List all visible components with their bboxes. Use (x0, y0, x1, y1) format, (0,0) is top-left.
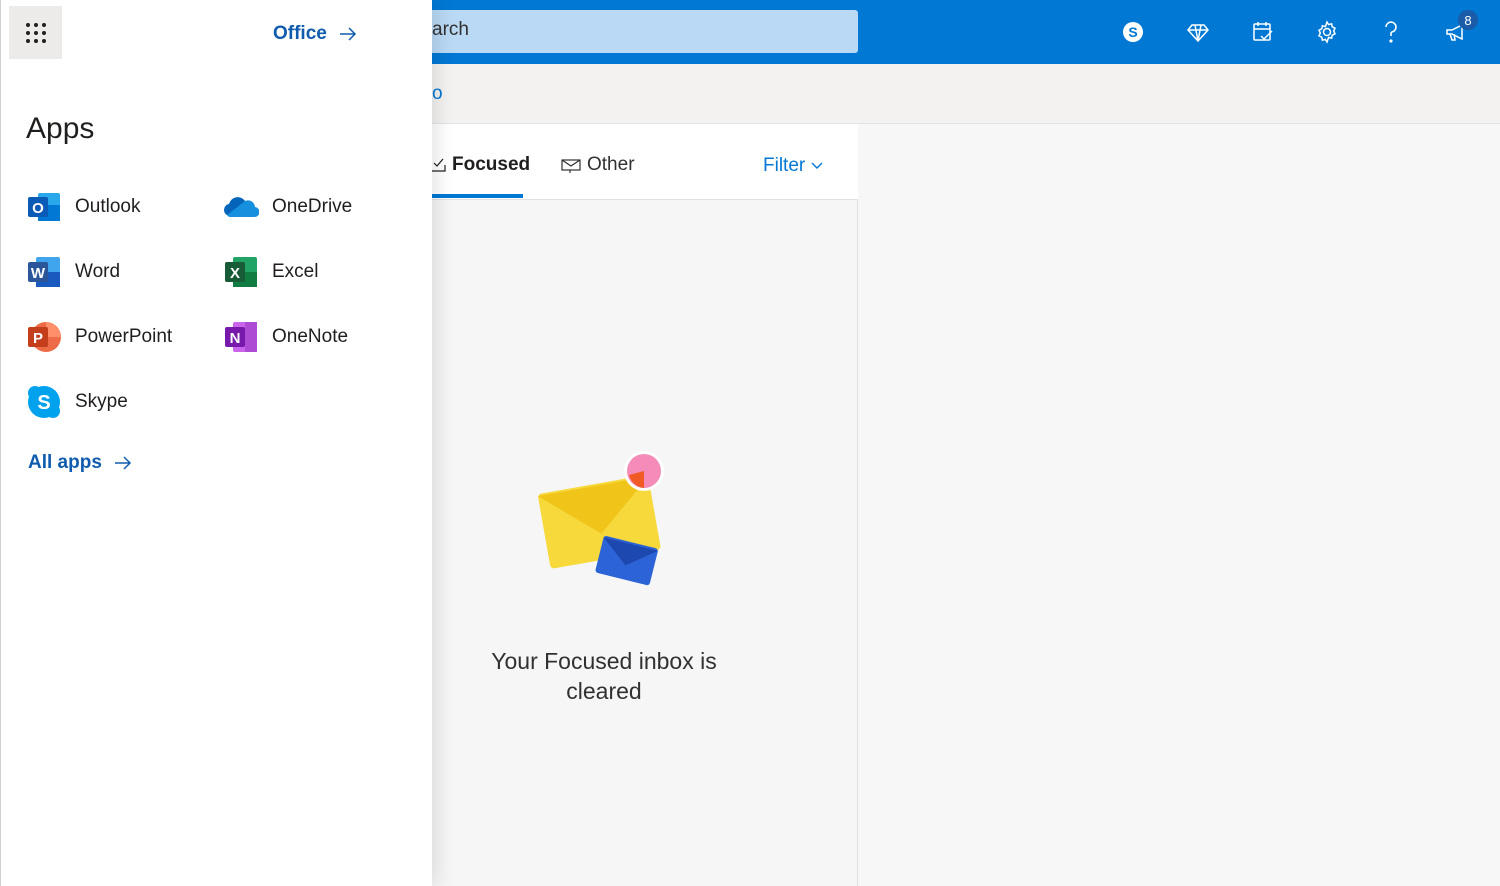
active-tab-indicator (432, 194, 523, 198)
onedrive-icon (224, 197, 259, 218)
all-apps-link[interactable]: All apps (28, 452, 132, 474)
word-icon: W (28, 257, 60, 287)
app-label: Skype (75, 391, 128, 412)
reading-pane (858, 124, 1500, 886)
app-onedrive[interactable]: OneDrive (223, 189, 352, 225)
empty-inbox-message: Your Focused inbox is cleared (491, 648, 717, 704)
mail-icon (561, 159, 581, 173)
chevron-down-icon (811, 162, 823, 169)
filter-label: Filter (763, 155, 806, 176)
svg-text:P: P (33, 330, 43, 347)
arrow-right-icon (114, 456, 131, 470)
arrow-right-icon (339, 27, 356, 41)
calendar-check-icon[interactable] (1245, 14, 1281, 50)
svg-text:S: S (37, 392, 50, 414)
tab-other-label: Other (587, 154, 635, 175)
tab-focused[interactable]: Focused (430, 154, 530, 176)
search-box[interactable] (420, 10, 858, 53)
app-word[interactable]: W Word (26, 254, 120, 290)
app-excel[interactable]: X Excel (223, 254, 318, 290)
svg-text:O: O (32, 200, 44, 217)
app-label: Outlook (75, 196, 141, 217)
office-link[interactable]: Office (273, 23, 357, 45)
waffle-icon (25, 22, 46, 43)
diamond-icon[interactable] (1180, 14, 1216, 50)
notification-badge: 8 (1458, 10, 1478, 30)
inbox-check-icon (430, 158, 446, 172)
powerpoint-icon: P (28, 322, 61, 352)
svg-text:X: X (230, 265, 240, 282)
app-skype[interactable]: S Skype (26, 384, 128, 420)
skype-app-icon: S (28, 386, 60, 418)
app-label: Word (75, 261, 121, 282)
app-label: OneDrive (272, 196, 353, 217)
apps-heading: Apps (26, 112, 95, 145)
svg-text:S: S (1128, 24, 1137, 40)
help-icon[interactable] (1373, 14, 1409, 50)
excel-icon: X (225, 257, 257, 287)
office-link-label: Office (273, 23, 327, 44)
svg-text:N: N (230, 330, 241, 347)
gear-icon[interactable] (1309, 14, 1345, 50)
app-powerpoint[interactable]: P PowerPoint (26, 319, 172, 355)
command-bar-text[interactable]: o (432, 83, 443, 105)
tab-other[interactable]: Other (561, 154, 635, 176)
app-label: PowerPoint (75, 326, 173, 347)
outlook-icon: O (28, 193, 60, 221)
envelope-illustration-icon (537, 451, 664, 586)
tab-focused-label: Focused (452, 154, 531, 175)
svg-text:W: W (31, 265, 46, 282)
onenote-icon: N (225, 322, 257, 352)
app-label: Excel (272, 261, 319, 282)
filter-button[interactable]: Filter (763, 155, 823, 177)
all-apps-label: All apps (28, 452, 102, 473)
search-input-text[interactable]: arch (432, 19, 469, 41)
app-outlook[interactable]: O Outlook (26, 189, 140, 225)
skype-icon[interactable]: S (1115, 14, 1151, 50)
app-launcher-button[interactable] (9, 6, 62, 59)
app-label: OneNote (272, 326, 349, 347)
app-onenote[interactable]: N OneNote (223, 319, 348, 355)
app-launcher-panel: Office Apps O Outlook OneDrive W Word X … (0, 0, 432, 886)
